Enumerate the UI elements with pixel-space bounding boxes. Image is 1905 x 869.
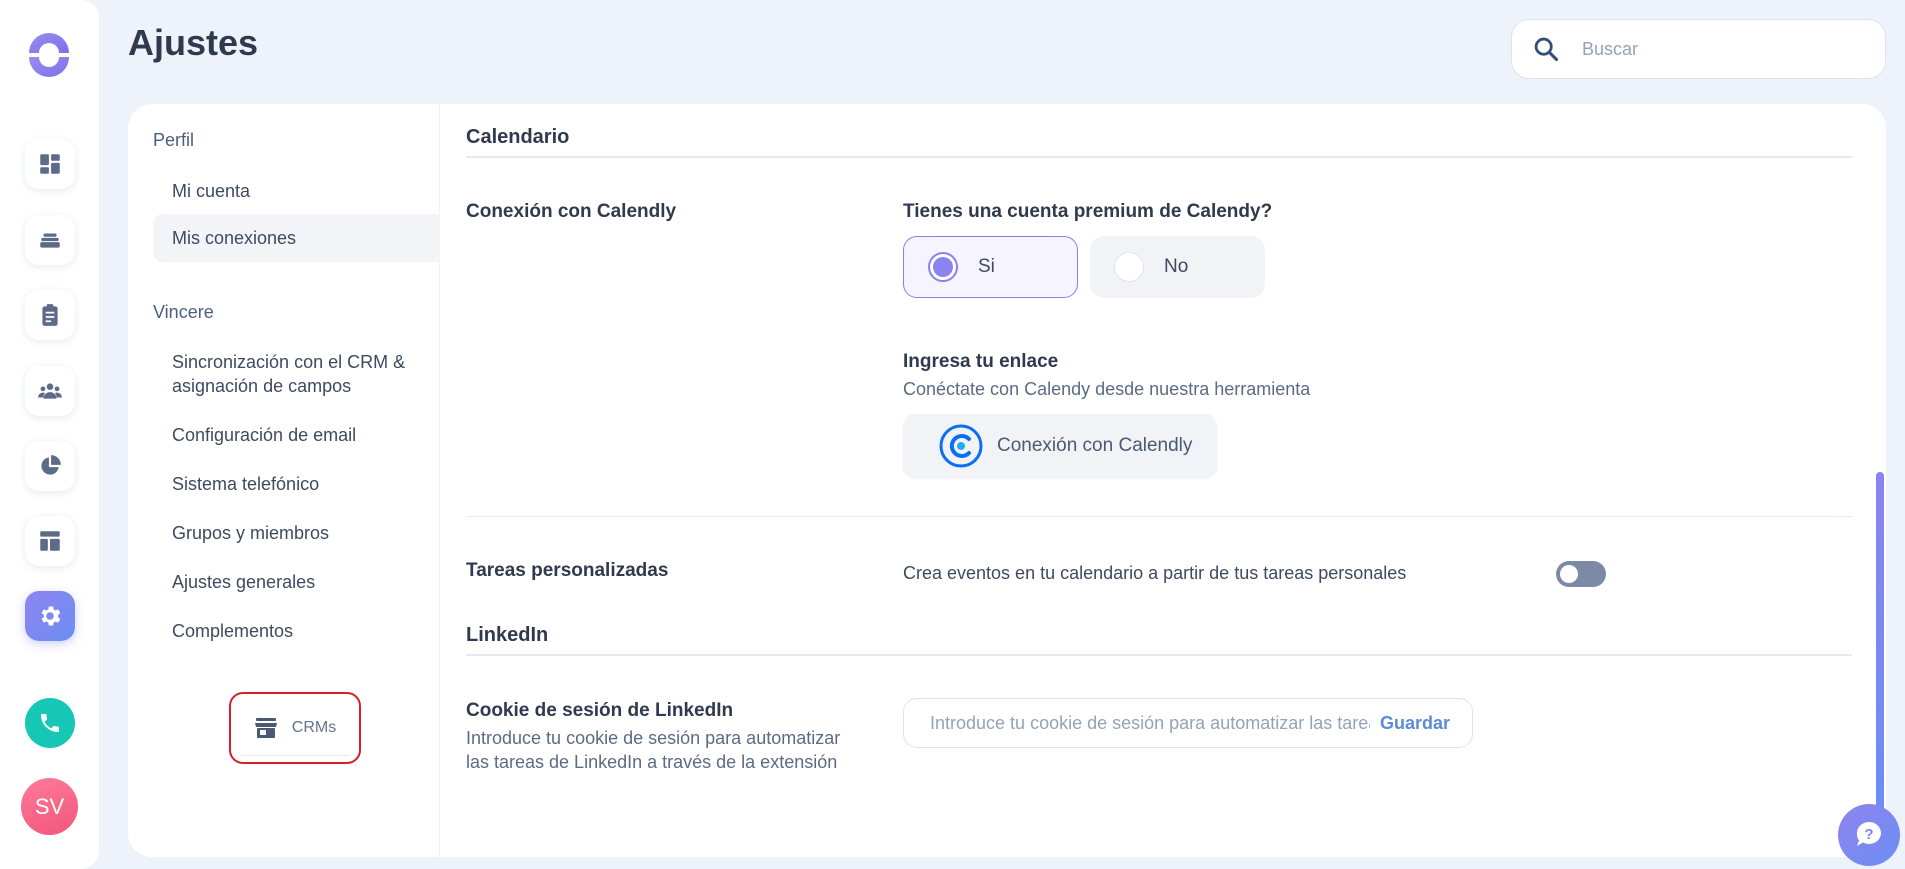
side-item-addons[interactable]: Complementos [153,619,440,643]
calendly-connect-button[interactable]: Conexión con Calendly [903,414,1217,478]
search-box[interactable] [1511,19,1886,79]
clipboard-icon [42,304,58,326]
team-icon [38,383,62,399]
linkedin-heading: LinkedIn [466,624,549,646]
divider [466,516,1852,517]
save-button[interactable]: Guardar [1380,713,1450,734]
link-title: Ingresa tu enlace [903,351,1059,372]
side-item-email-config[interactable]: Configuración de email [153,423,440,447]
divider [466,156,1852,158]
cookie-description: Introduce tu cookie de sesión para autom… [466,728,841,772]
crms-button[interactable]: CRMs [241,700,349,756]
left-rail: SV [0,0,99,869]
custom-tasks-label: Tareas personalizadas [466,560,669,581]
avatar[interactable]: SV [21,778,78,835]
phone-icon [41,714,59,732]
layout-button[interactable] [25,516,75,566]
settings-content: Calendario Conexión con Calendly Tienes … [466,104,1856,857]
crms-label: CRMs [291,718,337,736]
gear-icon [41,606,61,626]
pie-chart-icon [41,455,61,475]
reports-button[interactable] [25,441,75,491]
radio-selected-icon [928,252,958,282]
calendly-connect-label: Conexión con Calendly [997,435,1193,456]
crms-button-highlight[interactable]: CRMs [229,692,361,764]
cookie-field[interactable]: Guardar [903,698,1473,748]
search-input[interactable] [1582,38,1862,60]
side-item-phone-system[interactable]: Sistema telefónico [153,472,440,496]
side-item-mis-conexiones[interactable]: Mis conexiones [153,214,440,262]
scrollbar[interactable] [1876,472,1884,812]
radio-option-no[interactable]: No [1090,236,1265,298]
side-section-perfil: Perfil [153,130,195,150]
layout-icon [40,531,60,551]
premium-question: Tienes una cuenta premium de Calendy? [903,201,1273,222]
link-subtitle: Conéctate con Calendy desde nuestra herr… [903,379,1311,399]
side-section-vincere: Vincere [153,302,214,322]
tasks-button[interactable] [25,290,75,340]
custom-tasks-text: Crea eventos en tu calendario a partir d… [903,563,1407,583]
calendly-logo-icon [939,424,983,468]
side-item-label: Mis conexiones [172,228,297,248]
divider [466,654,1852,656]
svg-text:?: ? [1864,826,1873,843]
cookie-label: Cookie de sesión de LinkedIn [466,700,734,721]
help-icon: ? [1856,821,1881,846]
calendar-heading: Calendario [466,126,570,148]
side-item-groups-members[interactable]: Grupos y miembros [153,521,440,545]
settings-card: Perfil Mi cuenta Mis conexiones Vincere … [128,104,1886,857]
custom-tasks-toggle[interactable] [1556,561,1606,587]
search-icon [1534,37,1559,62]
side-item-mi-cuenta[interactable]: Mi cuenta [153,179,440,203]
cookie-input[interactable] [930,712,1370,734]
store-icon [254,717,277,738]
dashboard-button[interactable] [25,139,75,189]
app-logo-icon[interactable] [25,29,73,77]
avatar-initials: SV [34,793,65,819]
stack-icon [40,233,60,248]
side-item-general-settings[interactable]: Ajustes generales [153,570,440,594]
radio-option-si[interactable]: Si [903,236,1078,298]
help-button[interactable]: ? [1838,804,1900,866]
phone-button[interactable] [25,698,75,748]
side-item-crm-sync[interactable]: Sincronización con el CRM & asignación d… [153,350,440,398]
radio-label-si: Si [978,256,995,277]
settings-side-nav: Perfil Mi cuenta Mis conexiones Vincere … [128,104,440,857]
page-title: Ajustes [128,22,259,63]
radio-label-no: No [1164,256,1189,277]
stack-button[interactable] [25,215,75,265]
settings-button[interactable] [25,591,75,641]
calendly-label: Conexión con Calendly [466,201,677,222]
radio-unselected-icon [1114,252,1144,282]
team-button[interactable] [25,366,75,416]
dashboard-icon [40,154,60,174]
